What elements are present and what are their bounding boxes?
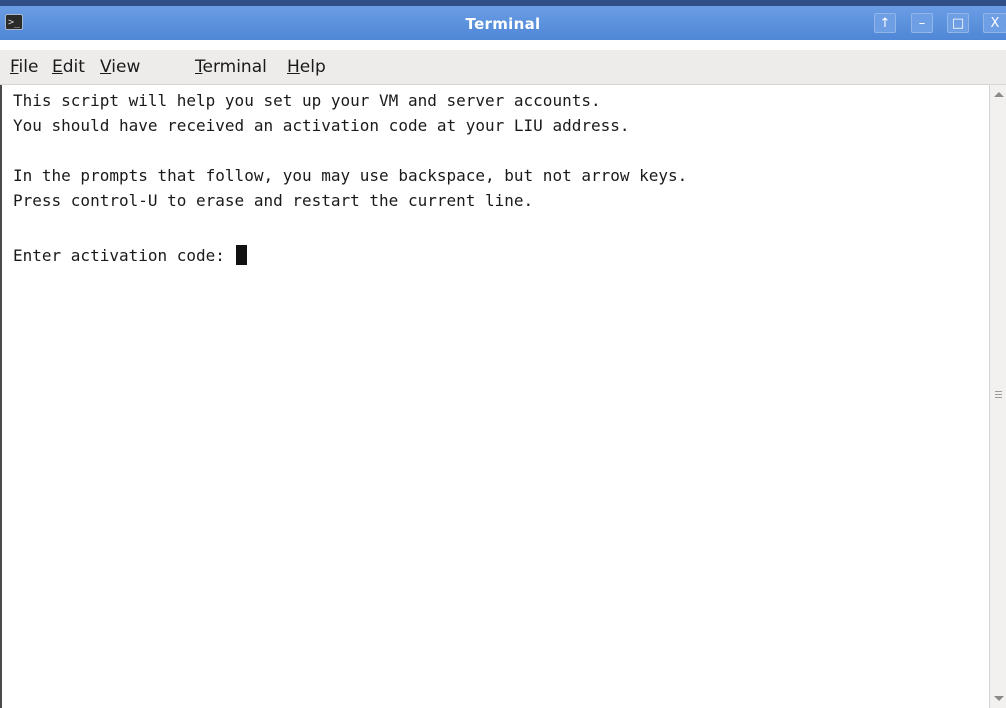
title-bar[interactable]: >_ Terminal ↑ – □ X	[0, 0, 1006, 40]
maximize-button[interactable]: □	[947, 13, 969, 33]
terminal-line: In the prompts that follow, you may use …	[13, 166, 688, 185]
menu-terminal[interactable]: Terminal	[195, 57, 267, 77]
scrollbar-grip[interactable]	[995, 391, 1002, 400]
terminal-prompt-line[interactable]: Enter activation code:	[13, 245, 247, 266]
vertical-scrollbar[interactable]	[989, 85, 1006, 708]
terminal-output[interactable]: This script will help you set up your VM…	[0, 85, 989, 708]
minimize-button[interactable]: –	[911, 13, 933, 33]
scroll-up-arrow-icon[interactable]	[994, 92, 1004, 97]
menu-edit[interactable]: Edit	[52, 57, 85, 77]
menu-help[interactable]: Help	[287, 57, 326, 77]
terminal-line: Press control-U to erase and restart the…	[13, 191, 534, 210]
close-button[interactable]: X	[983, 13, 1006, 33]
terminal-line: You should have received an activation c…	[13, 116, 630, 135]
text-cursor	[235, 245, 247, 265]
menu-file[interactable]: File	[10, 57, 38, 77]
keep-above-button[interactable]: ↑	[874, 13, 896, 33]
activation-code-prompt: Enter activation code:	[13, 246, 235, 265]
menu-view[interactable]: View	[100, 57, 140, 77]
scroll-down-arrow-icon[interactable]	[994, 696, 1004, 701]
terminal-line: This script will help you set up your VM…	[13, 91, 601, 110]
window-title: Terminal	[465, 15, 541, 33]
menu-bar: File Edit View Terminal Help	[0, 50, 1006, 85]
